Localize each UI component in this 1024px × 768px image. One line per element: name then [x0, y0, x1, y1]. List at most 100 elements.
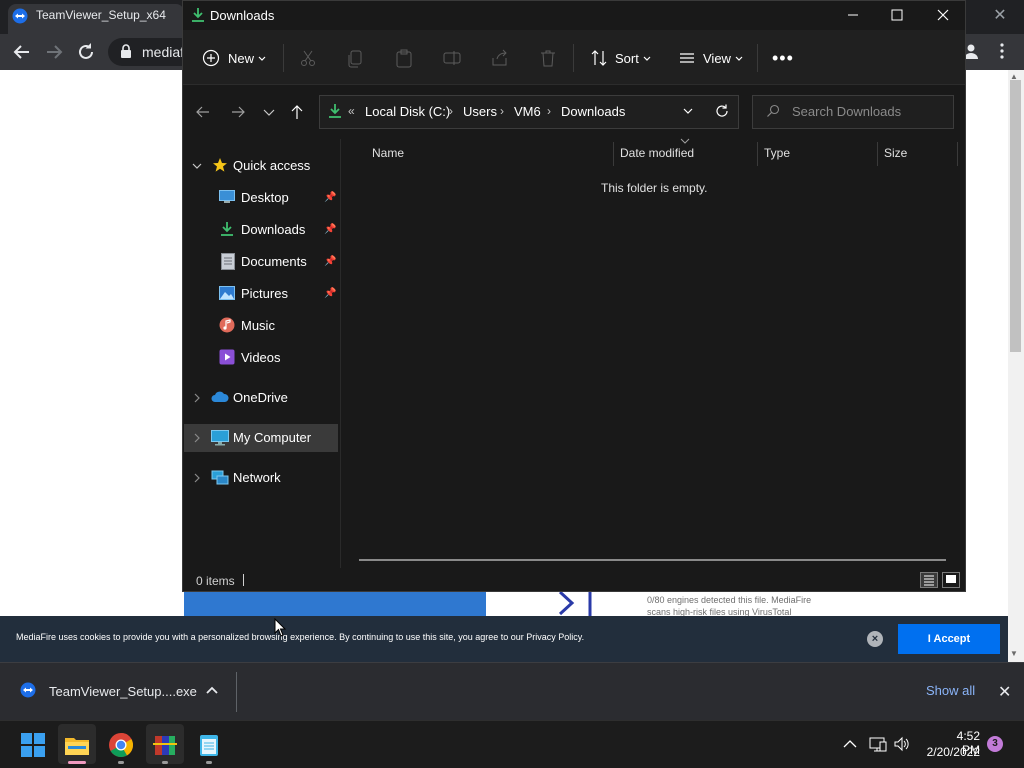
refresh-icon[interactable] [714, 103, 730, 119]
more-options-button[interactable]: ••• [772, 48, 794, 69]
details-view-icon[interactable] [920, 572, 938, 588]
browser-tab-title: TeamViewer_Setup_x64 [36, 8, 166, 22]
search-icon[interactable] [766, 104, 780, 118]
chevron-right-icon[interactable] [191, 392, 203, 404]
chevron-up-icon[interactable] [205, 684, 219, 698]
windows-start-icon[interactable] [20, 732, 46, 758]
forward-arrow-icon[interactable] [42, 40, 66, 64]
clock-date[interactable]: 2/20/2022 [924, 745, 980, 759]
downloads-location-icon [328, 103, 342, 119]
pane-divider[interactable] [340, 139, 341, 568]
command-separator [283, 44, 284, 72]
scroll-up-icon[interactable]: ▲ [1010, 72, 1018, 81]
breadcrumb-overflow[interactable]: « [348, 104, 355, 118]
teamviewer-file-icon[interactable] [20, 682, 36, 698]
view-icon[interactable] [677, 48, 697, 68]
window-title: Downloads [210, 8, 275, 23]
horizontal-scrollbar[interactable] [359, 559, 946, 561]
notepad-icon[interactable] [196, 732, 222, 758]
browser-close-icon[interactable]: ✕ [990, 6, 1010, 26]
file-explorer-icon[interactable] [64, 732, 90, 758]
pin-icon[interactable]: 📌 [324, 256, 336, 267]
breadcrumb-vm6[interactable]: VM6 [514, 104, 541, 119]
running-indicator [118, 761, 124, 764]
nav-documents-label: Documents [241, 254, 307, 269]
pin-icon[interactable]: 📌 [324, 192, 336, 203]
pin-icon[interactable]: 📌 [324, 224, 336, 235]
large-icons-view-icon[interactable] [942, 572, 960, 588]
music-icon [219, 317, 235, 333]
breadcrumb-local-disk[interactable]: Local Disk (C:) [365, 104, 450, 119]
breadcrumb-separator-icon[interactable]: › [547, 104, 551, 118]
paste-icon[interactable] [394, 48, 414, 68]
maximize-icon[interactable] [874, 0, 920, 30]
nav-videos-label: Videos [241, 350, 281, 365]
address-text: mediaf [142, 44, 185, 60]
nav-music-label: Music [241, 318, 275, 333]
breadcrumb-users[interactable]: Users [463, 104, 497, 119]
notification-badge[interactable]: 3 [987, 736, 1003, 752]
column-divider[interactable] [613, 142, 614, 166]
running-indicator [206, 761, 212, 764]
cookie-close-icon[interactable]: × [867, 631, 883, 647]
chevron-down-icon[interactable] [734, 54, 744, 64]
reload-icon[interactable] [74, 40, 98, 64]
chrome-icon[interactable] [108, 732, 134, 758]
recent-locations-chevron-icon[interactable] [259, 102, 279, 122]
show-all-downloads-link[interactable]: Show all [926, 683, 975, 698]
computer-icon [211, 430, 229, 446]
close-icon[interactable] [920, 0, 966, 30]
sort-button[interactable]: Sort [615, 51, 639, 66]
nav-quick-access-label: Quick access [233, 158, 311, 173]
shelf-divider [236, 672, 237, 712]
lock-icon[interactable] [120, 44, 132, 58]
share-icon[interactable] [490, 48, 510, 68]
new-button-label: New [228, 51, 255, 66]
cookie-text: MediaFire uses cookies to provide you wi… [16, 632, 585, 642]
winrar-icon[interactable] [152, 732, 178, 758]
minimize-icon[interactable] [830, 0, 876, 30]
chevron-up-icon[interactable] [842, 737, 858, 751]
column-divider[interactable] [877, 142, 878, 166]
view-button[interactable]: View [703, 51, 731, 66]
sort-icon[interactable] [589, 48, 609, 68]
pictures-icon [219, 286, 235, 300]
chevron-down-icon[interactable] [642, 54, 652, 64]
breadcrumb-separator-icon[interactable]: › [449, 104, 453, 118]
nav-network-label: Network [233, 470, 281, 485]
up-arrow-icon[interactable] [287, 102, 307, 122]
column-date-modified[interactable]: Date modified [620, 146, 694, 160]
accept-cookies-button[interactable]: I Accept [898, 624, 1000, 654]
column-divider[interactable] [757, 142, 758, 166]
column-divider[interactable] [957, 142, 958, 166]
column-name[interactable]: Name [372, 146, 404, 160]
column-type[interactable]: Type [764, 146, 790, 160]
browser-menu-icon[interactable] [994, 42, 1010, 60]
back-arrow-icon[interactable] [193, 102, 213, 122]
volume-icon[interactable] [893, 735, 911, 753]
empty-folder-message: This folder is empty. [601, 181, 708, 195]
shelf-close-icon[interactable]: ✕ [998, 682, 1011, 702]
copy-icon[interactable] [346, 48, 366, 68]
pin-icon[interactable]: 📌 [324, 288, 336, 299]
status-divider [243, 574, 244, 586]
scroll-down-icon[interactable]: ▼ [1010, 649, 1018, 658]
rename-icon[interactable] [442, 48, 462, 68]
delete-icon[interactable] [538, 48, 558, 68]
network-status-icon[interactable] [869, 735, 887, 753]
forward-arrow-icon[interactable] [228, 102, 248, 122]
address-history-chevron-icon[interactable] [682, 105, 694, 117]
download-item-name[interactable]: TeamViewer_Setup....exe [49, 684, 197, 699]
back-arrow-icon[interactable] [10, 40, 34, 64]
download-button-bg[interactable] [184, 590, 486, 616]
scrollbar-thumb[interactable] [1010, 80, 1021, 352]
chevron-right-icon[interactable] [191, 432, 203, 444]
breadcrumb-separator-icon[interactable]: › [500, 104, 504, 118]
chevron-down-icon[interactable] [191, 160, 203, 172]
nav-desktop-label: Desktop [241, 190, 289, 205]
column-size[interactable]: Size [884, 146, 907, 160]
sort-indicator-chevron-icon [680, 138, 690, 144]
cut-icon[interactable] [298, 48, 318, 68]
chevron-right-icon[interactable] [191, 472, 203, 484]
breadcrumb-downloads[interactable]: Downloads [561, 104, 625, 119]
